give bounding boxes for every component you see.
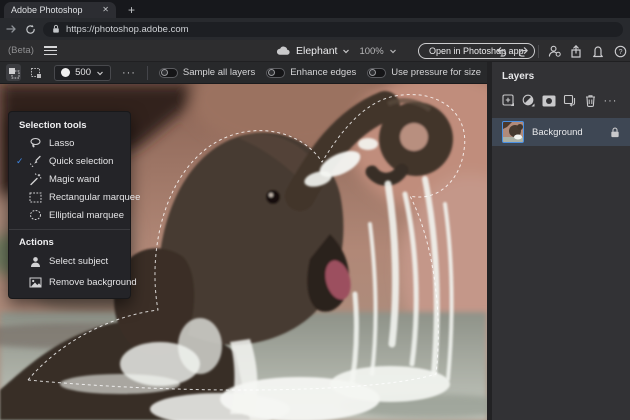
add-layer-icon[interactable] [501,93,516,108]
toggle-enhance-edges[interactable]: Enhance edges [266,67,356,78]
lasso-icon [28,137,42,150]
add-to-selection-icon[interactable] [6,64,22,81]
account-icon[interactable] [547,44,561,58]
popup-section-title: Selection tools [19,120,87,131]
layer-mask-icon[interactable] [542,93,557,108]
zoom-level[interactable]: 100% [359,46,383,57]
transform-layer-icon[interactable] [562,93,577,108]
menu-item-remove-background[interactable]: Remove background [9,272,137,293]
popup-section-title: Actions [19,237,54,248]
notifications-bell-icon[interactable] [591,44,605,58]
tool-options-bar: 500 ··· Sample all layers Enhance edges … [0,62,487,84]
lock-icon [53,24,59,33]
share-icon[interactable] [569,44,583,58]
elliptical-marquee-icon [28,209,42,222]
toggle-use-pressure[interactable]: Use pressure for size [367,67,481,78]
layer-lock-icon[interactable] [610,127,620,138]
tab-close-icon[interactable]: ✕ [98,6,109,14]
brush-preview-dot [61,68,71,77]
rectangular-marquee-icon [28,191,42,204]
layer-thumbnail[interactable] [502,121,524,143]
quick-selection-icon [28,155,42,168]
header-icons: ? [494,40,627,62]
select-subject-icon [28,255,42,268]
divider [538,44,539,58]
document-name[interactable]: Elephant [296,45,337,57]
forward-icon[interactable] [5,23,17,35]
menu-item-magic-wand[interactable]: Magic wand [9,170,130,188]
menu-item-quick-selection[interactable]: ✓ Quick selection [9,152,130,170]
layers-panel-title: Layers [502,71,535,82]
check-icon: ✓ [16,155,24,166]
brush-size-value: 500 [75,67,91,78]
toggle-switch[interactable] [158,67,178,78]
browser-window: Adobe Photoshop ✕ + https://photoshop.ad… [0,0,630,420]
menu-item-lasso[interactable]: Lasso [9,134,130,152]
subtract-from-selection-icon[interactable] [28,64,43,81]
layers-more-options-icon[interactable]: ··· [603,93,618,108]
document-cluster: Elephant 100% [276,40,397,62]
browser-tab-bar: Adobe Photoshop ✕ + [0,0,630,18]
toggle-switch[interactable] [367,67,387,78]
help-icon[interactable]: ? [613,44,627,58]
toggle-switch[interactable] [266,67,286,78]
delete-layer-icon[interactable] [583,93,598,108]
layer-name: Background [532,126,583,138]
divider [146,65,148,80]
selection-tools-popup: Selection tools Lasso ✓ Quick selection … [8,111,140,299]
chevron-down-icon [97,71,103,75]
url-bar[interactable]: https://photoshop.adobe.com [43,21,623,37]
undo-icon[interactable] [494,44,508,58]
layer-row-background[interactable]: Background [492,118,630,146]
reload-icon[interactable] [24,23,36,35]
browser-tab-active[interactable]: Adobe Photoshop ✕ [4,2,116,18]
layers-toolbar: ··· [492,82,630,108]
toggle-sample-all-layers[interactable]: Sample all layers [158,67,255,78]
beta-label: (Beta) [8,45,34,56]
chevron-down-icon[interactable] [342,47,350,55]
adjustment-layer-icon[interactable] [521,93,536,108]
remove-background-icon [28,276,42,289]
magic-wand-icon [28,172,42,186]
tab-title: Adobe Photoshop [11,5,83,15]
menu-hamburger-icon[interactable] [43,46,57,55]
menu-item-elliptical-marquee[interactable]: Elliptical marquee [9,206,130,224]
menu-item-rectangular-marquee[interactable]: Rectangular marquee [9,188,140,206]
svg-text:?: ? [618,48,622,55]
chevron-down-icon[interactable] [389,47,397,55]
browser-toolbar: https://photoshop.adobe.com [0,18,630,40]
redo-icon[interactable] [516,44,530,58]
more-options-icon[interactable]: ··· [122,67,136,78]
photoshop-header: (Beta) Elephant 100% Open in Photoshop a… [0,40,630,62]
popup-divider [9,229,130,230]
new-tab-icon[interactable]: + [128,2,135,18]
layers-panel: Layers ··· Background [492,62,630,420]
cloud-icon [276,46,290,55]
brush-size-dropdown[interactable]: 500 [54,64,111,81]
menu-item-select-subject[interactable]: Select subject [9,251,130,272]
url-text: https://photoshop.adobe.com [66,23,189,35]
